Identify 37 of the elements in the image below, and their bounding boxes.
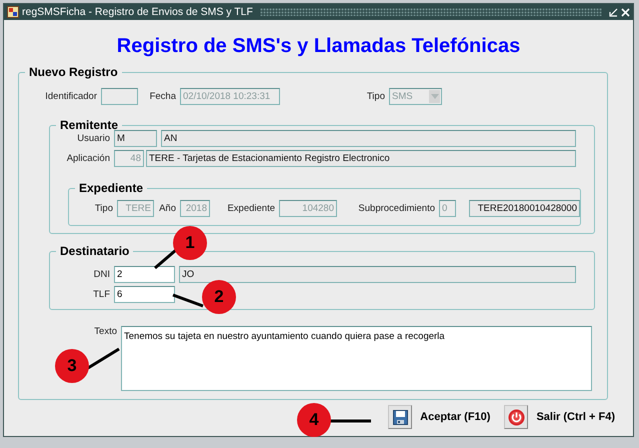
text-field[interactable]: TERE - Tarjetas de Estacionamiento Registro Electronico bbox=[146, 150, 576, 167]
field-label: Usuario bbox=[76, 133, 111, 144]
text-field[interactable]: AN bbox=[161, 130, 576, 147]
field-label: Tipo bbox=[94, 203, 114, 214]
text-field[interactable]: M bbox=[114, 130, 157, 147]
section-title: Remitente bbox=[59, 119, 120, 131]
exit-button[interactable]: Salir (Ctrl + F4) bbox=[536, 411, 615, 423]
message-text-area[interactable]: Tenemos su tajeta en nuestro ayuntamiento cuando quiera pase a recogerla bbox=[121, 326, 592, 391]
text-field[interactable]: JO bbox=[179, 266, 576, 283]
app-icon bbox=[7, 6, 19, 18]
field-label: Subprocedimiento bbox=[357, 203, 436, 214]
field-label: TLF bbox=[92, 289, 111, 300]
close-icon[interactable] bbox=[621, 8, 630, 16]
leader-line bbox=[153, 248, 178, 270]
field-label: Fecha bbox=[148, 91, 177, 102]
window-title: regSMSFicha - Registro de Envios de SMS y TLF bbox=[22, 6, 253, 18]
leader-line bbox=[86, 347, 121, 370]
field-label: Texto bbox=[93, 326, 118, 337]
minimize-icon[interactable] bbox=[609, 8, 618, 16]
accept-button[interactable]: Aceptar (F10) bbox=[420, 411, 490, 423]
text-field[interactable]: TERE20180010428000 bbox=[469, 200, 580, 217]
leader-line bbox=[171, 293, 205, 308]
field-label: Tipo bbox=[366, 91, 386, 102]
text-field[interactable]: 6 bbox=[114, 286, 175, 303]
field-label: Identificador bbox=[44, 91, 98, 102]
section-title: Nuevo Registro bbox=[28, 66, 119, 78]
power-icon[interactable] bbox=[504, 405, 528, 429]
leader-line bbox=[328, 419, 373, 423]
text-field[interactable]: 2 bbox=[114, 266, 175, 283]
section-title: Expediente bbox=[78, 182, 144, 194]
field-label: Año bbox=[158, 203, 177, 214]
form-heading: Registro de SMS's y Llamadas Telefónicas bbox=[116, 34, 522, 58]
section-title: Destinatario bbox=[59, 245, 130, 257]
field-label: Aplicación bbox=[66, 153, 111, 164]
text-field[interactable] bbox=[101, 88, 138, 105]
field-label: Expediente bbox=[226, 203, 276, 214]
field-label: DNI bbox=[92, 269, 111, 280]
